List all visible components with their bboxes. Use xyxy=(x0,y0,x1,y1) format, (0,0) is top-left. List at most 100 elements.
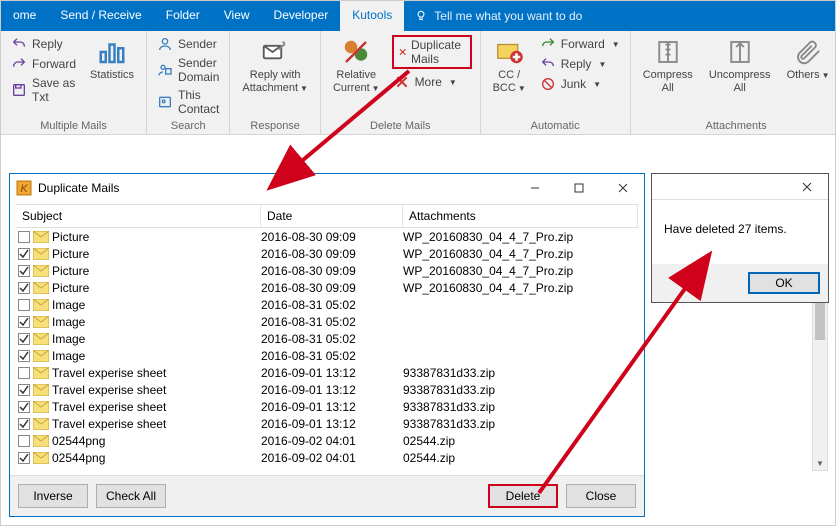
duplicate-mails-button[interactable]: Duplicate Mails xyxy=(392,35,472,69)
table-row[interactable]: Travel experise sheet2016-09-01 13:12933… xyxy=(16,415,638,432)
tab-folder[interactable]: Folder xyxy=(154,1,212,31)
envelope-icon xyxy=(33,299,49,311)
checkbox-icon[interactable] xyxy=(18,435,30,447)
tab-view[interactable]: View xyxy=(212,1,262,31)
table-row[interactable]: Image2016-08-31 05:02 xyxy=(16,313,638,330)
header-attachments[interactable]: Attachments xyxy=(403,205,638,227)
auto-forward-button[interactable]: Forward▼ xyxy=(538,35,622,53)
table-row[interactable]: Travel experise sheet2016-09-01 13:12933… xyxy=(16,381,638,398)
tab-developer[interactable]: Developer xyxy=(262,1,341,31)
row-attachment: 02544.zip xyxy=(403,434,638,448)
more-button[interactable]: More▼ xyxy=(392,73,472,91)
compress-icon xyxy=(653,37,683,67)
row-date: 2016-08-31 05:02 xyxy=(261,349,403,363)
compress-all-button[interactable]: CompressAll xyxy=(639,35,697,118)
sender-button[interactable]: Sender xyxy=(155,35,221,53)
table-row[interactable]: 02544png2016-09-02 04:0102544.zip xyxy=(16,432,638,449)
group-search: Sender Sender Domain This Contact Search xyxy=(147,31,230,134)
others-label: Others xyxy=(787,69,820,81)
group-multiple-mails: Reply Forward Save as Txt Statistics Mul… xyxy=(1,31,147,134)
relative-label: Relative xyxy=(336,69,376,81)
junk-button[interactable]: Junk▼ xyxy=(538,75,622,93)
save-icon xyxy=(11,82,27,98)
inverse-button[interactable]: Inverse xyxy=(18,484,88,508)
row-subject: Picture xyxy=(52,281,89,295)
auto-reply-button[interactable]: Reply▼ xyxy=(538,55,622,73)
checkbox-icon[interactable] xyxy=(18,418,30,430)
rows-list[interactable]: Picture2016-08-30 09:09WP_20160830_04_4_… xyxy=(16,228,638,475)
this-contact-button[interactable]: This Contact xyxy=(155,87,221,117)
checkbox-icon[interactable] xyxy=(18,231,30,243)
junk-label: Junk xyxy=(561,77,586,91)
table-row[interactable]: Travel experise sheet2016-09-01 13:12933… xyxy=(16,398,638,415)
table-row[interactable]: Picture2016-08-30 09:09WP_20160830_04_4_… xyxy=(16,262,638,279)
table-row[interactable]: Travel experise sheet2016-09-01 13:12933… xyxy=(16,364,638,381)
close-window-button[interactable] xyxy=(604,176,642,200)
others-button[interactable]: Others▼ xyxy=(783,35,834,118)
statistics-button[interactable]: Statistics xyxy=(86,35,138,118)
uncompress-label: Uncompress xyxy=(709,69,771,81)
scroll-down-icon[interactable]: ▼ xyxy=(813,456,827,470)
checkbox-icon[interactable] xyxy=(18,299,30,311)
tell-me-search[interactable]: Tell me what you want to do xyxy=(404,1,582,31)
envelope-icon xyxy=(33,265,49,277)
row-subject: 02544png xyxy=(52,451,105,465)
table-row[interactable]: 02544png2016-09-02 04:0102544.zip xyxy=(16,449,638,466)
row-date: 2016-09-02 04:01 xyxy=(261,451,403,465)
header-date[interactable]: Date xyxy=(261,205,403,227)
save-as-txt-button[interactable]: Save as Txt xyxy=(9,75,78,105)
table-row[interactable]: Image2016-08-31 05:02 xyxy=(16,296,638,313)
uncompress-all-button[interactable]: UncompressAll xyxy=(705,35,775,118)
cc-bcc-button[interactable]: CC /BCC▼ xyxy=(489,35,530,118)
checkbox-icon[interactable] xyxy=(18,350,30,362)
checkbox-icon[interactable] xyxy=(18,333,30,345)
row-subject: Travel experise sheet xyxy=(52,417,166,431)
check-all-button[interactable]: Check All xyxy=(96,484,166,508)
tab-kutools[interactable]: Kutools xyxy=(340,1,404,31)
chevron-down-icon: ▼ xyxy=(372,84,380,93)
table-row[interactable]: Image2016-08-31 05:02 xyxy=(16,347,638,364)
reply-with-attachment-button[interactable]: Reply withAttachment▼ xyxy=(238,35,312,118)
table-row[interactable]: Image2016-08-31 05:02 xyxy=(16,330,638,347)
reply-button[interactable]: Reply xyxy=(9,35,78,53)
tab-send-receive[interactable]: Send / Receive xyxy=(48,1,153,31)
sender-domain-button[interactable]: Sender Domain xyxy=(155,55,221,85)
checkbox-icon[interactable] xyxy=(18,265,30,277)
checkbox-icon[interactable] xyxy=(18,316,30,328)
table-row[interactable]: Picture2016-08-30 09:09WP_20160830_04_4_… xyxy=(16,279,638,296)
maximize-button[interactable] xyxy=(560,176,598,200)
row-subject: Image xyxy=(52,298,85,312)
tab-home[interactable]: ome xyxy=(1,1,48,31)
row-attachment: WP_20160830_04_4_7_Pro.zip xyxy=(403,247,638,261)
ok-button[interactable]: OK xyxy=(748,272,820,294)
table-row[interactable]: Picture2016-08-30 09:09WP_20160830_04_4_… xyxy=(16,228,638,245)
checkbox-icon[interactable] xyxy=(18,401,30,413)
msg-close-button[interactable] xyxy=(788,175,826,199)
forward-button[interactable]: Forward xyxy=(9,55,78,73)
table-row[interactable]: Picture2016-08-30 09:09WP_20160830_04_4_… xyxy=(16,245,638,262)
checkbox-icon[interactable] xyxy=(18,367,30,379)
delete-button[interactable]: Delete xyxy=(488,484,558,508)
ribbon-tabs: ome Send / Receive Folder View Developer… xyxy=(1,1,835,31)
checkbox-icon[interactable] xyxy=(18,282,30,294)
row-attachment: WP_20160830_04_4_7_Pro.zip xyxy=(403,264,638,278)
row-attachment: WP_20160830_04_4_7_Pro.zip xyxy=(403,230,638,244)
group-auto-label: Automatic xyxy=(489,118,622,134)
row-date: 2016-09-01 13:12 xyxy=(261,417,403,431)
this-contact-label: This Contact xyxy=(178,88,219,116)
app-icon: K xyxy=(16,180,32,196)
close-button[interactable]: Close xyxy=(566,484,636,508)
checkbox-icon[interactable] xyxy=(18,248,30,260)
header-subject[interactable]: Subject xyxy=(16,205,261,227)
close-icon xyxy=(618,183,628,193)
relative-current-button[interactable]: RelativeCurrent▼ xyxy=(329,35,384,118)
duplicate-mails-dialog: K Duplicate Mails Subject Date Attachmen… xyxy=(9,173,645,517)
chevron-down-icon: ▼ xyxy=(518,84,526,93)
checkbox-icon[interactable] xyxy=(18,452,30,464)
envelope-icon xyxy=(33,248,49,260)
checkbox-icon[interactable] xyxy=(18,384,30,396)
reply-with-label: Reply with xyxy=(250,69,301,81)
minimize-button[interactable] xyxy=(516,176,554,200)
envelope-icon xyxy=(33,452,49,464)
current-label: Current xyxy=(333,82,370,94)
